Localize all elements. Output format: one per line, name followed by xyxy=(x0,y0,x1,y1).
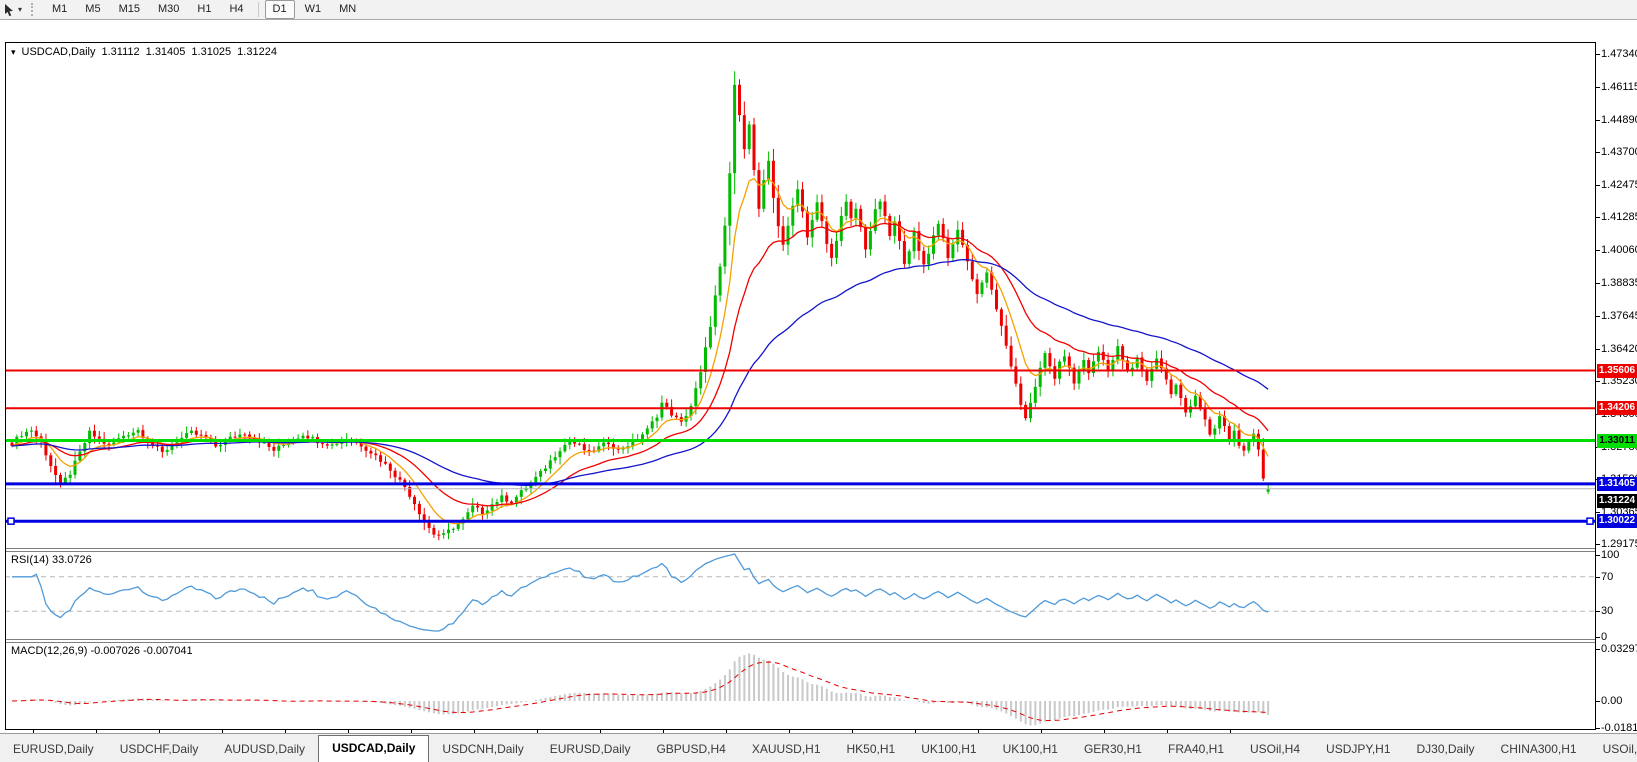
symbol-label: USDCAD,Daily xyxy=(21,46,96,58)
price-line-badge: 1.33011 xyxy=(1597,434,1637,448)
ohlc-low: 1.31025 xyxy=(191,46,232,58)
timeframe-button-m5[interactable]: M5 xyxy=(77,0,108,19)
timeframe-button-mn[interactable]: MN xyxy=(331,0,364,19)
macd-axis-label-tick xyxy=(1596,701,1600,702)
price-axis-label: 1.38835 xyxy=(1601,277,1637,289)
timeframe-button-m30[interactable]: M30 xyxy=(150,0,187,19)
price-line-badge: 1.34206 xyxy=(1597,401,1637,415)
chart-tab-china300-h1[interactable]: CHINA300,H1 xyxy=(1488,738,1590,762)
toolbar-separator xyxy=(257,2,259,17)
price-line-badge: 1.35606 xyxy=(1597,364,1637,378)
rsi-axis-label-tick xyxy=(1596,577,1600,578)
cursor-icon xyxy=(5,3,13,16)
timeframe-button-w1[interactable]: W1 xyxy=(297,0,330,19)
rsi-axis-label: 30 xyxy=(1601,605,1614,617)
price-axis-label: 1.40060 xyxy=(1601,244,1637,256)
collapse-arrow-icon[interactable]: ▾ xyxy=(11,47,16,58)
chart-tab-xauusd-h1[interactable]: XAUUSD,H1 xyxy=(739,738,834,762)
price-axis-label-tick xyxy=(1596,512,1600,513)
timeframe-buttons: M1 M5 M15 M30 H1 H4 D1 W1 MN xyxy=(44,0,364,19)
toolbar-grip xyxy=(31,3,37,16)
ohlc-open: 1.31112 xyxy=(101,46,140,58)
chevron-down-icon: ▾ xyxy=(18,5,23,14)
price-axis-label-tick xyxy=(1596,120,1600,121)
timeframe-button-d1[interactable]: D1 xyxy=(264,0,295,19)
price-axis-label: 1.47340 xyxy=(1601,48,1637,60)
timeframe-button-m15[interactable]: M15 xyxy=(111,0,148,19)
price-line-badge: 1.31405 xyxy=(1597,477,1637,491)
price-axis-label: 1.36420 xyxy=(1601,343,1637,355)
price-axis-label-tick xyxy=(1596,381,1600,382)
price-axis-label-tick xyxy=(1596,316,1600,317)
chart-tab-gbpusd-h4[interactable]: GBPUSD,H4 xyxy=(643,738,738,762)
chart-tab-usdjpy-h1[interactable]: USDJPY,H1 xyxy=(1313,738,1403,762)
chart-tab-fra40-h1[interactable]: FRA40,H1 xyxy=(1155,738,1237,762)
price-axis-label-tick xyxy=(1596,544,1600,545)
price-axis-label-tick xyxy=(1596,54,1600,55)
price-line-badge: 1.30022 xyxy=(1597,514,1637,528)
chart-tab-usdcnh-daily[interactable]: USDCNH,Daily xyxy=(429,738,536,762)
crosshair-cursor-tool[interactable]: ▾ xyxy=(0,1,25,18)
rsi-axis-label: 0 xyxy=(1601,631,1608,643)
rsi-label: RSI(14) 33.0726 xyxy=(11,554,92,566)
chart-tab-bar: EURUSD,Daily USDCHF,Daily AUDUSD,Daily USDC… xyxy=(0,733,1637,762)
chart-tab-dj30-daily[interactable]: DJ30,Daily xyxy=(1404,738,1488,762)
rsi-axis-label-tick xyxy=(1596,611,1600,612)
chart-tab-usdchf-daily[interactable]: USDCHF,Daily xyxy=(107,738,212,762)
price-axis-label: 1.41285 xyxy=(1601,211,1637,223)
price-axis-label: 1.37645 xyxy=(1601,310,1637,322)
chart-symbol-header: ▾ USDCAD,Daily 1.31112 1.31405 1.31025 1… xyxy=(11,46,277,58)
macd-axis-label-tick xyxy=(1596,728,1600,729)
price-axis-label: 1.43700 xyxy=(1601,146,1637,158)
top-toolbar: ▾ M1 M5 M15 M30 H1 H4 D1 W1 MN xyxy=(0,0,1637,20)
chart-tab-usoil-h1[interactable]: USOil,H1 xyxy=(1590,738,1637,762)
chart-tab-ger30-h1[interactable]: GER30,H1 xyxy=(1071,738,1155,762)
rsi-axis-label: 70 xyxy=(1601,571,1614,583)
chart-tab-hk50-h1[interactable]: HK50,H1 xyxy=(834,738,909,762)
timeframe-button-m1[interactable]: M1 xyxy=(44,0,75,19)
price-axis-label-tick xyxy=(1596,185,1600,186)
chart-tab-audusd-daily[interactable]: AUDUSD,Daily xyxy=(211,738,318,762)
chart-tab-usoil-h4[interactable]: USOil,H4 xyxy=(1237,738,1313,762)
chart-window: ▾ USDCAD,Daily 1.31112 1.31405 1.31025 1… xyxy=(0,20,1637,746)
price-axis-label-tick xyxy=(1596,283,1600,284)
price-axis-label-tick xyxy=(1596,217,1600,218)
macd-axis-label: 0.032972 xyxy=(1601,643,1637,655)
rsi-axis-label-tick xyxy=(1596,637,1600,638)
price-axis-label-tick xyxy=(1596,87,1600,88)
macd-axis-label: 0.00 xyxy=(1601,695,1623,707)
ohlc-high: 1.31405 xyxy=(145,46,186,58)
ohlc-close: 1.31224 xyxy=(237,46,277,58)
price-axis-label-tick xyxy=(1596,250,1600,251)
chart-tab-eurusd-daily[interactable]: EURUSD,Daily xyxy=(537,738,644,762)
timeframe-button-h1[interactable]: H1 xyxy=(189,0,219,19)
chart-tab-uk100-h1[interactable]: UK100,H1 xyxy=(990,738,1071,762)
chart-canvas[interactable] xyxy=(5,42,1597,731)
price-axis-label: 1.42475 xyxy=(1601,179,1637,191)
current-price-badge: 1.31224 xyxy=(1597,494,1637,508)
price-axis-label-tick xyxy=(1596,152,1600,153)
price-axis-label: 1.44890 xyxy=(1601,114,1637,126)
timeframe-button-h4[interactable]: H4 xyxy=(221,0,251,19)
rsi-axis-label-tick xyxy=(1596,555,1600,556)
price-axis-label: 1.46115 xyxy=(1601,81,1637,93)
rsi-axis-label: 100 xyxy=(1601,549,1620,561)
chart-tab-eurusd-daily[interactable]: EURUSD,Daily xyxy=(0,738,107,762)
chart-tab-uk100-h1[interactable]: UK100,H1 xyxy=(908,738,989,762)
macd-label: MACD(12,26,9) -0.007026 -0.007041 xyxy=(11,645,193,657)
macd-axis-label-tick xyxy=(1596,649,1600,650)
chart-tab-usdcad-daily[interactable]: USDCAD,Daily xyxy=(318,735,430,762)
price-axis-label-tick xyxy=(1596,349,1600,350)
